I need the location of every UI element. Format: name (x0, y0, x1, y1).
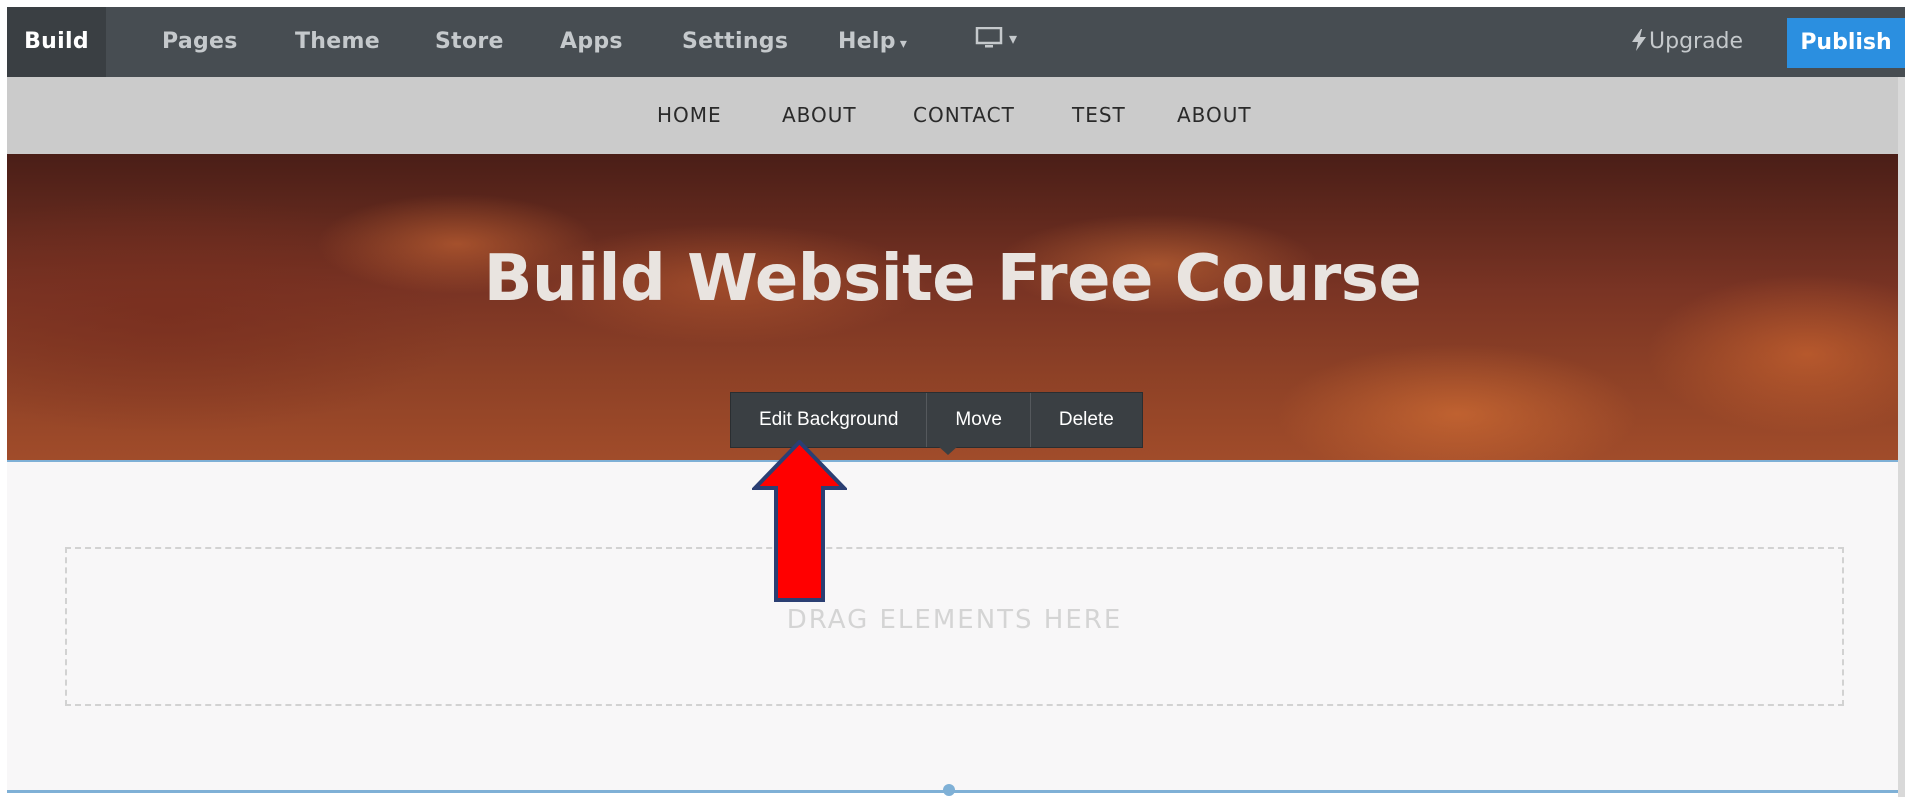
tab-help-label: Help (838, 29, 896, 54)
nav-link-contact[interactable]: CONTACT (913, 77, 1015, 154)
drop-zone-text: DRAG ELEMENTS HERE (786, 605, 1123, 635)
monitor-icon[interactable] (975, 27, 1005, 49)
site-navigation: HOME ABOUT CONTACT TEST ABOUT (7, 77, 1898, 154)
tab-settings[interactable]: Settings (682, 7, 788, 77)
chevron-down-icon: ▾ (899, 36, 908, 52)
tab-pages[interactable]: Pages (162, 7, 238, 77)
delete-button[interactable]: Delete (1031, 393, 1142, 447)
edit-background-button[interactable]: Edit Background (731, 393, 928, 447)
tab-help[interactable]: Help ▾ (838, 7, 907, 77)
tab-build[interactable]: Build (7, 7, 106, 77)
device-chevron-down-icon[interactable]: ▾ (1009, 29, 1017, 49)
nav-link-test[interactable]: TEST (1072, 77, 1126, 154)
drop-zone[interactable]: DRAG ELEMENTS HERE (65, 547, 1844, 706)
context-toolbar-pointer (938, 446, 958, 455)
upgrade-label: Upgrade (1649, 29, 1744, 54)
editor-window: Build Pages Theme Store Apps Settings He… (0, 0, 1905, 797)
nav-link-home[interactable]: HOME (657, 77, 722, 154)
section-resize-handle[interactable] (943, 784, 955, 796)
nav-link-about[interactable]: ABOUT (782, 77, 857, 154)
tab-store[interactable]: Store (435, 7, 504, 77)
red-up-arrow (752, 440, 847, 602)
tab-apps[interactable]: Apps (560, 7, 623, 77)
editor-toolbar: Build Pages Theme Store Apps Settings He… (7, 7, 1905, 77)
scrollbar-track[interactable] (1898, 77, 1905, 797)
hero-title[interactable]: Build Website Free Course (7, 242, 1898, 316)
tab-theme[interactable]: Theme (295, 7, 380, 77)
lightning-icon (1632, 29, 1646, 51)
move-button[interactable]: Move (927, 393, 1031, 447)
upgrade-button[interactable]: Upgrade (1631, 7, 1743, 77)
nav-link-about-2[interactable]: ABOUT (1177, 77, 1252, 154)
publish-button[interactable]: Publish (1787, 18, 1905, 68)
content-section: DRAG ELEMENTS HERE (7, 462, 1898, 792)
